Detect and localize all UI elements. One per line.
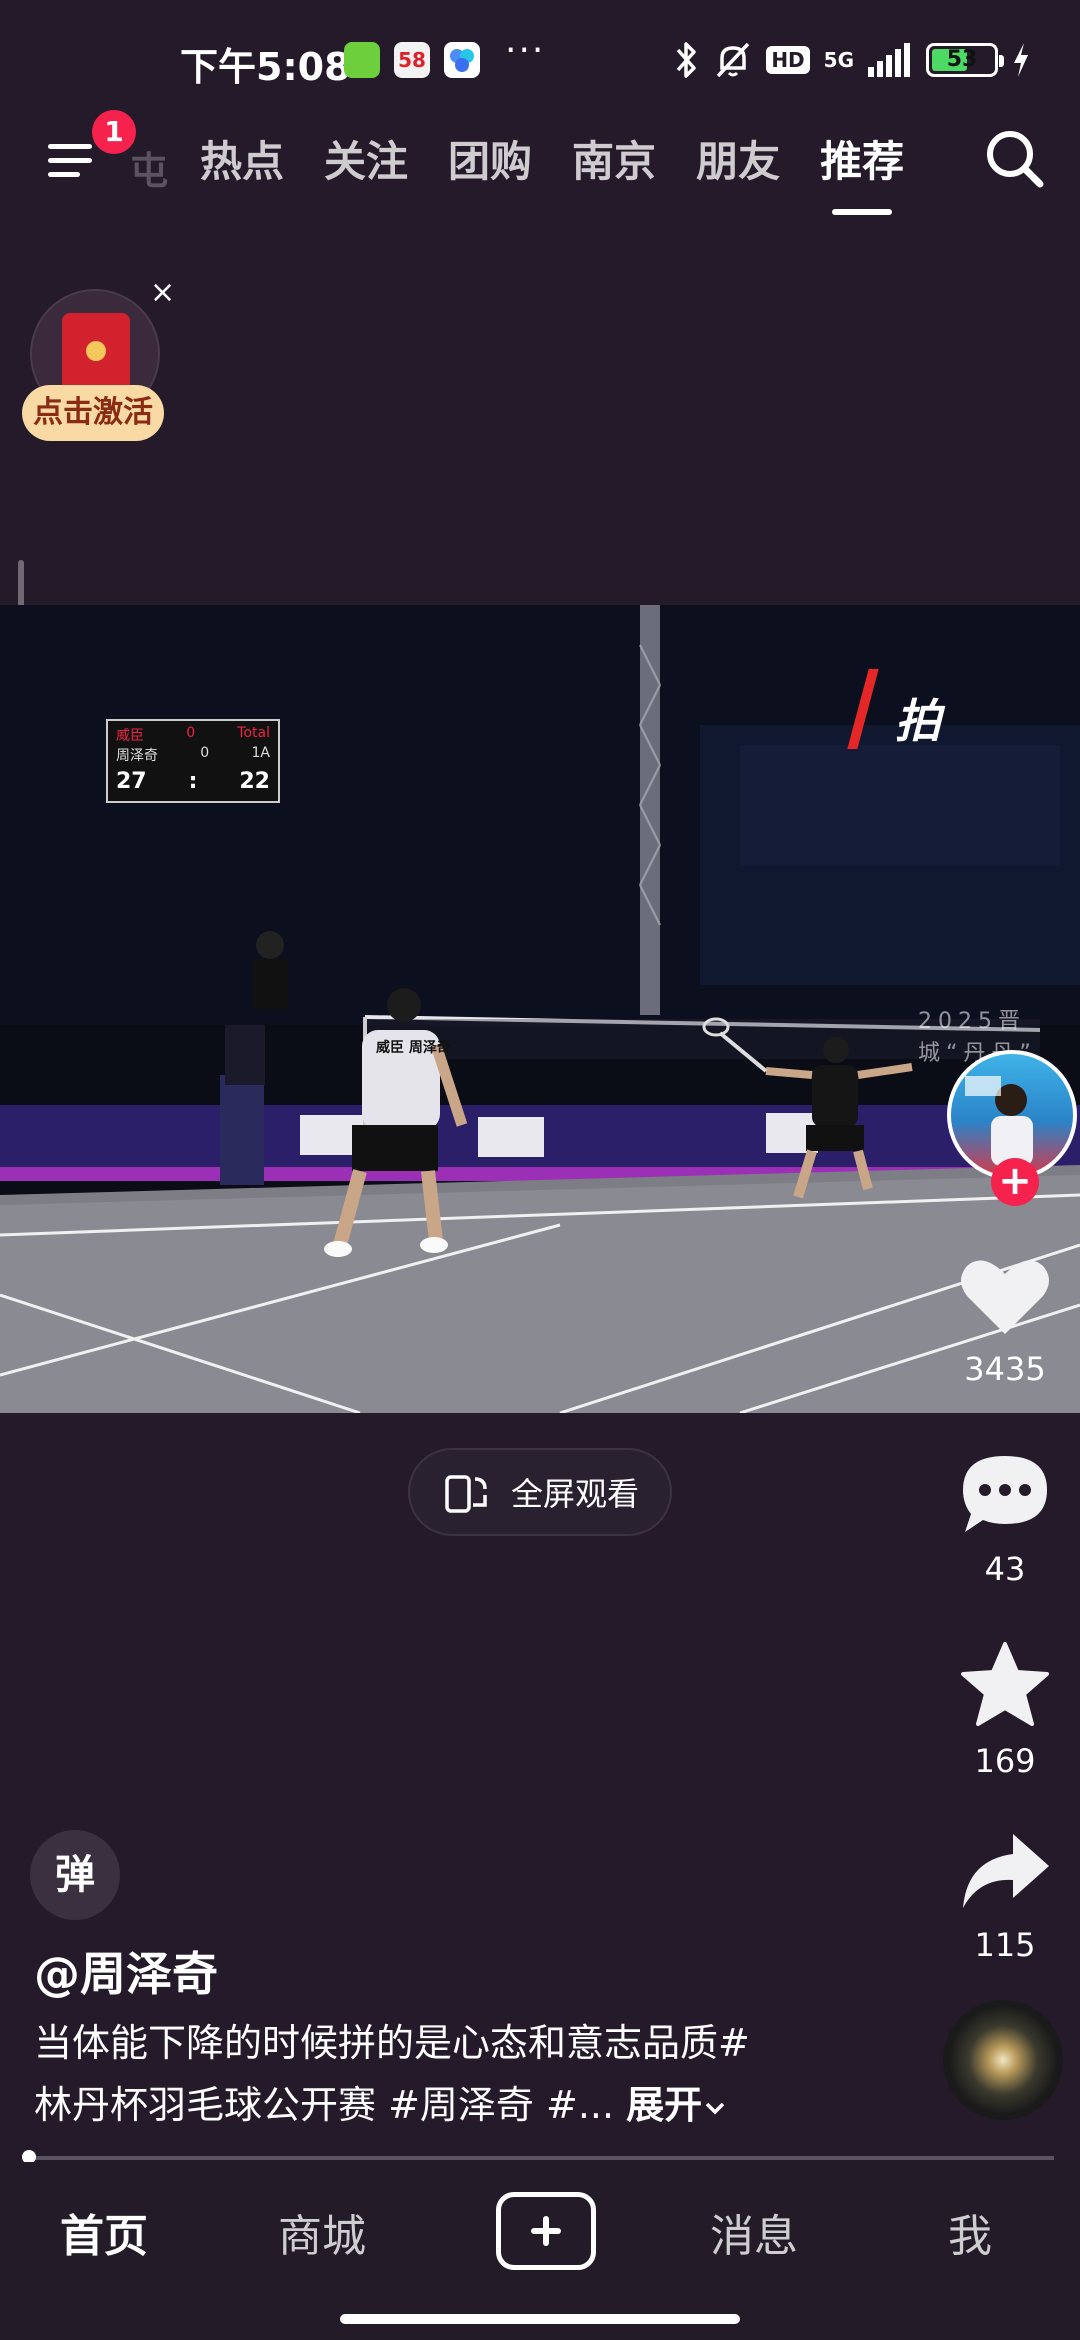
danmaku-button[interactable]: 弹 bbox=[30, 1830, 120, 1920]
share-arrow-icon bbox=[963, 1834, 1049, 1908]
star-icon bbox=[961, 1642, 1049, 1726]
tab-following[interactable]: 关注 bbox=[324, 128, 408, 189]
author-name[interactable]: @周泽奇 bbox=[34, 1938, 218, 2004]
comment-button[interactable]: 43 bbox=[930, 1450, 1080, 1588]
feed-tabs: 热点 关注 团购 南京 朋友 推荐 bbox=[200, 128, 904, 215]
status-bar: 下午5:08 58 ··· HD 5G 53 bbox=[0, 0, 1080, 120]
player-jersey-label: 威臣 周泽奇 bbox=[376, 1040, 451, 1056]
nav-home[interactable]: 首页 bbox=[60, 2200, 148, 2264]
battery-icon: 53 bbox=[926, 43, 1004, 77]
action-rail: + 3435 43 169 115 bbox=[930, 1050, 1080, 2170]
comment-count: 43 bbox=[984, 1550, 1026, 1588]
58-app-icon: 58 bbox=[394, 42, 430, 78]
share-button[interactable]: 115 bbox=[930, 1828, 1080, 1964]
hd-badge: HD bbox=[766, 46, 810, 74]
search-button[interactable] bbox=[980, 124, 1050, 194]
search-icon bbox=[987, 131, 1044, 188]
video-description: 当体能下降的时候拼的是心态和意志品质# 林丹杯羽毛球公开赛 #周泽奇 #... … bbox=[34, 2012, 854, 2136]
battery-level: 53 bbox=[946, 47, 978, 72]
fullscreen-button[interactable]: 全屏观看 bbox=[408, 1448, 672, 1536]
favorite-button[interactable]: 169 bbox=[930, 1640, 1080, 1780]
status-icons: HD 5G 53 bbox=[674, 38, 1030, 82]
nav-messages[interactable]: 消息 bbox=[710, 2200, 798, 2264]
android-app-icon bbox=[344, 42, 380, 78]
home-indicator bbox=[340, 2314, 740, 2324]
top-nav: 1 屯 热点 关注 团购 南京 朋友 推荐 bbox=[0, 110, 1080, 220]
music-disc[interactable] bbox=[943, 2000, 1063, 2120]
more-notifications-icon: ··· bbox=[505, 30, 546, 71]
description-line-1: 当体能下降的时候拼的是心态和意志品质# bbox=[34, 2021, 750, 2065]
follow-button[interactable]: + bbox=[991, 1158, 1039, 1206]
mute-bell-icon bbox=[717, 42, 750, 78]
rotate-screen-icon bbox=[445, 1475, 487, 1513]
tab-local[interactable]: 南京 bbox=[572, 128, 656, 189]
fullscreen-label: 全屏观看 bbox=[510, 1475, 639, 1513]
tab-recommended[interactable]: 推荐 bbox=[820, 128, 904, 215]
chevron-down-icon bbox=[705, 2102, 725, 2114]
activate-button[interactable]: 点击激活 bbox=[22, 385, 164, 441]
close-icon[interactable]: × bbox=[150, 275, 175, 310]
red-packet-widget[interactable]: × 点击激活 bbox=[22, 275, 175, 445]
video-overlay-text: 拍 bbox=[895, 694, 941, 748]
tab-faded[interactable]: 屯 bbox=[130, 140, 168, 195]
status-time: 下午5:08 bbox=[180, 45, 351, 89]
create-button[interactable] bbox=[496, 2192, 596, 2270]
like-count: 3435 bbox=[964, 1350, 1046, 1388]
charging-icon bbox=[1014, 43, 1028, 77]
nav-mall[interactable]: 商城 bbox=[278, 2200, 366, 2264]
network-type: 5G bbox=[823, 48, 854, 72]
expand-button[interactable]: 展开 bbox=[626, 2083, 728, 2127]
like-button[interactable]: 3435 bbox=[930, 1250, 1080, 1388]
comment-icon bbox=[963, 1456, 1047, 1532]
share-count: 115 bbox=[974, 1926, 1036, 1964]
tab-friends[interactable]: 朋友 bbox=[696, 128, 780, 189]
bluetooth-icon bbox=[677, 42, 697, 78]
video-player[interactable]: 威臣 0 Total 周泽奇 0 1A 27:22 拍 威臣 周泽奇 2025晋城“丹丹… bbox=[0, 605, 1080, 1413]
tab-hot[interactable]: 热点 bbox=[200, 128, 284, 189]
description-line-2: 林丹杯羽毛球公开赛 #周泽奇 #... bbox=[34, 2083, 615, 2127]
tab-group-buy[interactable]: 团购 bbox=[448, 128, 532, 189]
favorite-count: 169 bbox=[974, 1742, 1036, 1780]
baidu-netdisk-icon bbox=[444, 42, 480, 78]
scoreboard: 威臣 0 Total 周泽奇 0 1A 27:22 bbox=[106, 719, 280, 803]
signal-icon bbox=[868, 43, 910, 77]
heart-icon bbox=[961, 1260, 1049, 1334]
bottom-nav: 首页 商城 消息 我 bbox=[0, 2162, 1080, 2340]
video-progress-bar[interactable] bbox=[28, 2156, 1054, 2160]
nav-me[interactable]: 我 bbox=[948, 2200, 992, 2264]
